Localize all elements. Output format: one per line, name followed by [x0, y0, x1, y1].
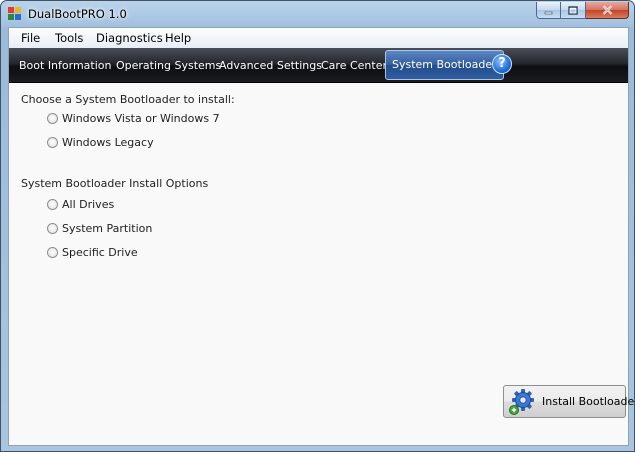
menu-diagnostics[interactable]: Diagnostics	[96, 31, 163, 45]
close-icon	[602, 5, 612, 15]
window-title: DualBootPRO 1.0	[28, 7, 127, 21]
caption-buttons	[536, 2, 629, 19]
menu-tools[interactable]: Tools	[55, 31, 83, 45]
radio-button[interactable]	[47, 112, 58, 124]
tab-operating-systems[interactable]: Operating Systems	[116, 59, 221, 72]
install-options-label: System Bootloader Install Options	[21, 177, 209, 190]
radio-button[interactable]	[47, 222, 58, 234]
install-bootloader-label: Install Bootloader	[542, 395, 635, 408]
radio-label: Specific Drive	[62, 245, 138, 259]
tab-care-center[interactable]: Care Center	[321, 59, 387, 72]
app-window: DualBootPRO 1.0 File Tools Diagnostics H…	[0, 0, 635, 452]
radio-label: System Partition	[62, 221, 153, 235]
radio-windows-legacy[interactable]: Windows Legacy	[47, 134, 154, 150]
nav-bar: Boot Information Operating Systems Advan…	[9, 48, 628, 83]
radio-label: Windows Legacy	[62, 135, 154, 149]
radio-specific-drive[interactable]: Specific Drive	[47, 244, 138, 260]
close-button[interactable]	[586, 2, 629, 19]
menu-bar: File Tools Diagnostics Help	[9, 28, 628, 49]
client-area: File Tools Diagnostics Help Boot Informa…	[8, 27, 634, 446]
radio-button[interactable]	[47, 136, 58, 148]
radio-all-drives[interactable]: All Drives	[47, 196, 114, 212]
menu-file[interactable]: File	[21, 31, 40, 45]
minimize-button[interactable]	[536, 2, 561, 19]
menu-help[interactable]: Help	[165, 31, 191, 45]
radio-label: Windows Vista or Windows 7	[62, 111, 220, 125]
radio-button[interactable]	[47, 246, 58, 258]
help-icon: ?	[498, 56, 506, 71]
radio-system-partition[interactable]: System Partition	[47, 220, 152, 236]
app-icon	[8, 7, 21, 20]
tab-advanced-settings[interactable]: Advanced Settings	[219, 59, 322, 72]
maximize-button[interactable]	[561, 2, 586, 19]
tab-boot-information[interactable]: Boot Information	[19, 59, 112, 72]
radio-label: All Drives	[62, 197, 115, 211]
radio-windows-vista-7[interactable]: Windows Vista or Windows 7	[47, 110, 220, 126]
tab-system-bootloader[interactable]: System Bootloader	[385, 50, 504, 80]
bootloader-panel: Choose a System Bootloader to install: W…	[9, 83, 634, 445]
title-bar[interactable]: DualBootPRO 1.0	[1, 1, 634, 27]
install-bootloader-button[interactable]: Install Bootloader	[503, 385, 634, 418]
gear-install-icon	[509, 389, 534, 415]
help-button[interactable]: ?	[492, 54, 512, 74]
choose-bootloader-label: Choose a System Bootloader to install:	[21, 93, 235, 106]
maximize-icon	[568, 5, 578, 15]
radio-button[interactable]	[47, 198, 58, 210]
minimize-icon	[544, 11, 553, 14]
